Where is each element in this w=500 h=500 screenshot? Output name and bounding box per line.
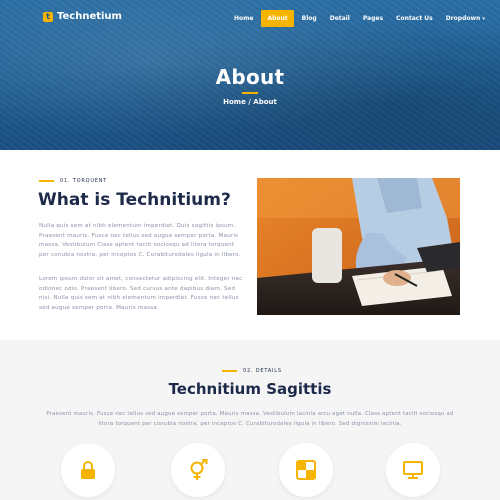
- about-paragraph-2: Lorem ipsum dolor sit amet, consectetur …: [39, 276, 243, 311]
- lock-icon: [81, 461, 95, 479]
- feature-card-monitor[interactable]: [386, 443, 440, 497]
- details-title: Technitium Sagittis: [168, 380, 332, 398]
- details-text: Praesent mauris. Fusce nec tellus sed au…: [46, 411, 454, 427]
- details-eyebrow: 02. DETAILS: [222, 368, 282, 374]
- nav-item-dropdown[interactable]: Dropdown ▾: [441, 10, 490, 27]
- nav-item-detail[interactable]: Detail: [325, 10, 355, 27]
- main-menu: Home About Blog Detail Pages Contact Us …: [229, 10, 493, 27]
- hero-banner: t Technetium Home About Blog Detail Page…: [0, 0, 500, 150]
- about-photo: [257, 178, 460, 315]
- nav-item-home[interactable]: Home: [229, 10, 258, 27]
- nav-item-blog[interactable]: Blog: [297, 10, 322, 27]
- feature-card-checkerboard[interactable]: [279, 443, 333, 497]
- about-title: What is Technitium?: [38, 190, 231, 210]
- logo[interactable]: t Technetium: [43, 11, 122, 22]
- eyebrow-text: 01. TORQUENT: [60, 178, 108, 184]
- feature-card-gender[interactable]: [171, 443, 225, 497]
- feature-card-lock[interactable]: [61, 443, 115, 497]
- nav-item-contact-us[interactable]: Contact Us: [391, 10, 438, 27]
- breadcrumb: Home / About: [223, 98, 277, 106]
- logo-mark: t: [43, 11, 53, 22]
- top-navigation: t Technetium Home About Blog Detail Page…: [0, 0, 500, 36]
- eyebrow-bar: [39, 180, 54, 182]
- about-section: 01. TORQUENT What is Technitium? Nulla q…: [0, 150, 500, 340]
- eyebrow-text: 02. DETAILS: [243, 368, 282, 374]
- nav-item-about[interactable]: About: [261, 10, 294, 27]
- logo-text: Technetium: [57, 11, 122, 22]
- person-writing-image: [257, 178, 460, 315]
- nav-item-pages[interactable]: Pages: [358, 10, 388, 27]
- chevron-down-icon: ▾: [482, 16, 485, 22]
- about-paragraph-1: Nulla quis sem at nibh elementum imperdi…: [39, 223, 241, 258]
- checkerboard-icon: [296, 460, 316, 480]
- details-section: 02. DETAILS Technitium Sagittis Praesent…: [0, 340, 500, 500]
- monitor-icon: [403, 461, 423, 479]
- page-title: About: [215, 65, 285, 89]
- gender-icon: [190, 459, 208, 480]
- nav-item-dropdown-label: Dropdown: [445, 15, 481, 22]
- title-underline: [242, 92, 258, 94]
- eyebrow-bar: [222, 370, 237, 372]
- about-eyebrow: 01. TORQUENT: [39, 178, 107, 184]
